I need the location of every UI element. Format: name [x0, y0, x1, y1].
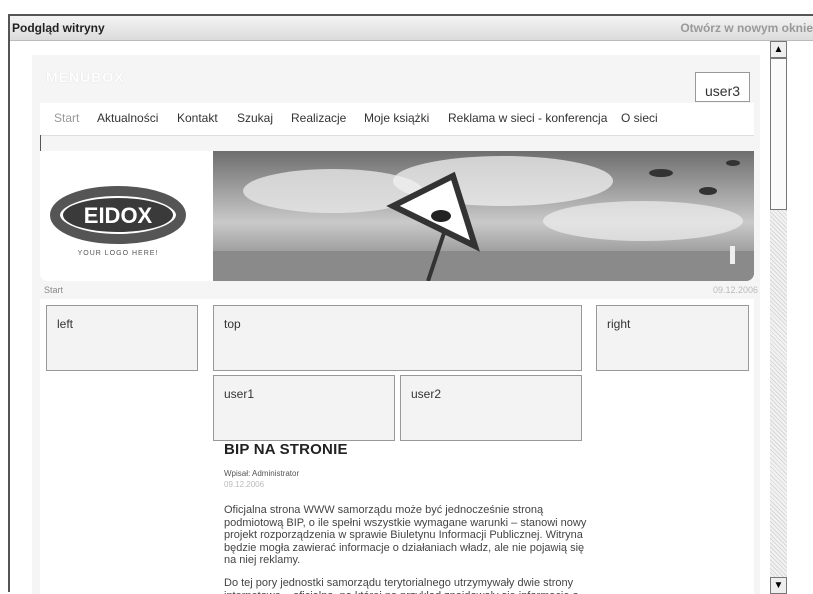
module-right: right — [596, 305, 749, 371]
content-area: left top right user1 user2 BIP NA STRONI… — [40, 299, 754, 594]
banner-picture — [213, 151, 754, 281]
vertical-scrollbar[interactable]: ▲ ▼ — [770, 41, 787, 594]
window-titlebar: Podgląd witryny Otwórz w nowym oknie — [10, 16, 813, 41]
nav-item-aktualnosci[interactable]: Aktualności — [97, 111, 158, 125]
article-date: 09.12.2006 — [224, 480, 265, 489]
nav-item-o-sieci[interactable]: O sieci — [621, 111, 658, 125]
scroll-up-arrow-icon[interactable]: ▲ — [770, 41, 787, 58]
logo-text: EIDOX — [84, 203, 153, 228]
module-user1: user1 — [213, 375, 395, 441]
site-page: MENUBOX user3 Start Aktualności Kontakt … — [32, 55, 760, 594]
nav-item-realizacje[interactable]: Realizacje — [291, 111, 346, 125]
nav-item-kontakt[interactable]: Kontakt — [177, 111, 218, 125]
module-top: top — [213, 305, 582, 371]
preview-window: Podgląd witryny Otwórz w nowym oknie MEN… — [8, 14, 813, 594]
scroll-down-arrow-icon[interactable]: ▼ — [770, 577, 787, 594]
site-brand: MENUBOX — [46, 69, 125, 85]
main-nav: Start Aktualności Kontakt Szukaj Realiza… — [40, 103, 754, 136]
nav-item-moje-ksiazki[interactable]: Moje książki — [364, 111, 429, 125]
module-user3: user3 — [695, 72, 750, 102]
nav-item-szukaj[interactable]: Szukaj — [237, 111, 273, 125]
article-author: Wpisał: Administrator — [224, 469, 300, 478]
nav-item-start[interactable]: Start — [54, 111, 79, 125]
module-left: left — [46, 305, 198, 371]
article-paragraph-1: Oficjalna strona WWW samorządu może być … — [224, 504, 587, 567]
preview-viewport: MENUBOX user3 Start Aktualności Kontakt … — [10, 41, 770, 594]
article-title[interactable]: BIP NA STRONIE — [224, 441, 348, 458]
nav-item-reklama[interactable]: Reklama w sieci - konferencja — [448, 111, 607, 125]
article-paragraph-2: Do tej pory jednostki samorządu terytori… — [224, 577, 579, 594]
logo-tagline: YOUR LOGO HERE! — [78, 250, 159, 257]
eidox-logo: EIDOX YOUR LOGO HERE! — [50, 186, 186, 257]
logo-area: EIDOX YOUR LOGO HERE! — [40, 151, 213, 281]
header-date: 09.12.2006 — [713, 285, 759, 295]
module-user2: user2 — [400, 375, 582, 441]
banner-image — [213, 151, 754, 281]
breadcrumb[interactable]: Start — [44, 285, 63, 295]
right-margin — [787, 41, 813, 594]
open-in-new-window-link[interactable]: Otwórz w nowym oknie — [680, 21, 813, 35]
top-edge — [0, 0, 813, 14]
nav-divider — [40, 135, 41, 151]
header-banner: EIDOX YOUR LOGO HERE! — [40, 151, 754, 281]
scrollbar-thumb[interactable] — [770, 58, 787, 210]
window-title: Podgląd witryny — [12, 21, 105, 35]
